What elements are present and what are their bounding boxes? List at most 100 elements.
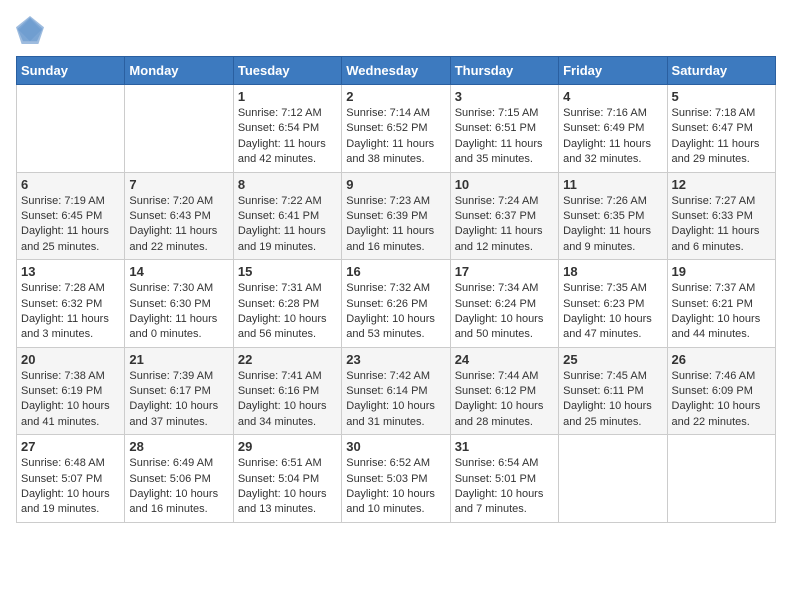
day-number: 5 xyxy=(672,89,771,104)
calendar-cell: 22Sunrise: 7:41 AMSunset: 6:16 PMDayligh… xyxy=(233,347,341,435)
calendar-cell xyxy=(125,85,233,173)
calendar-cell xyxy=(17,85,125,173)
day-info: Sunrise: 7:27 AMSunset: 6:33 PMDaylight:… xyxy=(672,194,771,256)
day-number: 29 xyxy=(238,439,337,454)
calendar-week-row: 27Sunrise: 6:48 AMSunset: 5:07 PMDayligh… xyxy=(17,435,776,523)
day-info: Sunrise: 7:28 AMSunset: 6:32 PMDaylight:… xyxy=(21,281,120,343)
day-info: Sunrise: 7:22 AMSunset: 6:41 PMDaylight:… xyxy=(238,194,337,256)
day-info: Sunrise: 7:37 AMSunset: 6:21 PMDaylight:… xyxy=(672,281,771,343)
day-info: Sunrise: 7:20 AMSunset: 6:43 PMDaylight:… xyxy=(129,194,228,256)
calendar-cell: 13 Sunrise: 7:28 AMSunset: 6:32 PMDayligh… xyxy=(17,260,125,348)
calendar-cell: 12 Sunrise: 7:27 AMSunset: 6:33 PMDayligh… xyxy=(667,172,775,260)
calendar-cell: 15Sunrise: 7:31 AMSunset: 6:28 PMDayligh… xyxy=(233,260,341,348)
day-of-week-header: Wednesday xyxy=(342,57,450,85)
day-info: Sunrise: 7:30 AMSunset: 6:30 PMDaylight:… xyxy=(129,281,228,343)
day-info: Sunrise: 7:16 AMSunset: 6:49 PMDaylight:… xyxy=(563,106,662,168)
calendar-cell: 30 Sunrise: 6:52 AMSunset: 5:03 PMDayligh… xyxy=(342,435,450,523)
calendar-week-row: 1 Sunrise: 7:12 AMSunset: 6:54 PMDaylight… xyxy=(17,85,776,173)
day-of-week-header: Monday xyxy=(125,57,233,85)
day-info: Sunrise: 7:44 AMSunset: 6:12 PMDaylight:… xyxy=(455,369,554,431)
day-number: 17 xyxy=(455,264,554,279)
day-info: Sunrise: 7:23 AMSunset: 6:39 PMDaylight:… xyxy=(346,194,445,256)
day-number: 19 xyxy=(672,264,771,279)
day-number: 4 xyxy=(563,89,662,104)
calendar-cell: 16Sunrise: 7:32 AMSunset: 6:26 PMDayligh… xyxy=(342,260,450,348)
calendar-cell: 8 Sunrise: 7:22 AMSunset: 6:41 PMDaylight… xyxy=(233,172,341,260)
day-of-week-header: Thursday xyxy=(450,57,558,85)
day-info: Sunrise: 6:52 AMSunset: 5:03 PMDaylight:… xyxy=(346,456,445,518)
day-number: 31 xyxy=(455,439,554,454)
day-number: 1 xyxy=(238,89,337,104)
day-info: Sunrise: 6:54 AMSunset: 5:01 PMDaylight:… xyxy=(455,456,554,518)
calendar-cell: 20 Sunrise: 7:38 AMSunset: 6:19 PMDayligh… xyxy=(17,347,125,435)
calendar-cell: 18 Sunrise: 7:35 AMSunset: 6:23 PMDayligh… xyxy=(559,260,667,348)
calendar-cell: 24 Sunrise: 7:44 AMSunset: 6:12 PMDayligh… xyxy=(450,347,558,435)
day-info: Sunrise: 7:42 AMSunset: 6:14 PMDaylight:… xyxy=(346,369,445,431)
day-info: Sunrise: 6:49 AMSunset: 5:06 PMDaylight:… xyxy=(129,456,228,518)
day-number: 21 xyxy=(129,352,228,367)
day-number: 30 xyxy=(346,439,445,454)
calendar-cell: 9Sunrise: 7:23 AMSunset: 6:39 PMDaylight… xyxy=(342,172,450,260)
day-info: Sunrise: 7:12 AMSunset: 6:54 PMDaylight:… xyxy=(238,106,337,168)
calendar-cell: 4 Sunrise: 7:16 AMSunset: 6:49 PMDaylight… xyxy=(559,85,667,173)
day-number: 6 xyxy=(21,177,120,192)
day-number: 12 xyxy=(672,177,771,192)
calendar-cell: 11Sunrise: 7:26 AMSunset: 6:35 PMDayligh… xyxy=(559,172,667,260)
calendar-cell: 21 Sunrise: 7:39 AMSunset: 6:17 PMDayligh… xyxy=(125,347,233,435)
calendar-header-row: SundayMondayTuesdayWednesdayThursdayFrid… xyxy=(17,57,776,85)
day-info: Sunrise: 7:35 AMSunset: 6:23 PMDaylight:… xyxy=(563,281,662,343)
day-number: 10 xyxy=(455,177,554,192)
day-of-week-header: Sunday xyxy=(17,57,125,85)
day-of-week-header: Tuesday xyxy=(233,57,341,85)
day-number: 16 xyxy=(346,264,445,279)
calendar-cell: 26 Sunrise: 7:46 AMSunset: 6:09 PMDayligh… xyxy=(667,347,775,435)
day-number: 26 xyxy=(672,352,771,367)
day-number: 22 xyxy=(238,352,337,367)
day-number: 13 xyxy=(21,264,120,279)
day-number: 8 xyxy=(238,177,337,192)
day-number: 11 xyxy=(563,177,662,192)
day-info: Sunrise: 7:38 AMSunset: 6:19 PMDaylight:… xyxy=(21,369,120,431)
day-number: 15 xyxy=(238,264,337,279)
day-number: 20 xyxy=(21,352,120,367)
day-number: 2 xyxy=(346,89,445,104)
day-number: 24 xyxy=(455,352,554,367)
calendar-cell: 10 Sunrise: 7:24 AMSunset: 6:37 PMDayligh… xyxy=(450,172,558,260)
day-info: Sunrise: 7:46 AMSunset: 6:09 PMDaylight:… xyxy=(672,369,771,431)
calendar-cell xyxy=(667,435,775,523)
calendar-cell: 6 Sunrise: 7:19 AMSunset: 6:45 PMDaylight… xyxy=(17,172,125,260)
day-info: Sunrise: 6:51 AMSunset: 5:04 PMDaylight:… xyxy=(238,456,337,518)
calendar-cell: 25 Sunrise: 7:45 AMSunset: 6:11 PMDayligh… xyxy=(559,347,667,435)
day-of-week-header: Saturday xyxy=(667,57,775,85)
day-number: 7 xyxy=(129,177,228,192)
day-number: 27 xyxy=(21,439,120,454)
day-info: Sunrise: 7:34 AMSunset: 6:24 PMDaylight:… xyxy=(455,281,554,343)
calendar-cell: 23 Sunrise: 7:42 AMSunset: 6:14 PMDayligh… xyxy=(342,347,450,435)
calendar-cell: 5 Sunrise: 7:18 AMSunset: 6:47 PMDaylight… xyxy=(667,85,775,173)
day-of-week-header: Friday xyxy=(559,57,667,85)
day-number: 14 xyxy=(129,264,228,279)
calendar-cell: 29 Sunrise: 6:51 AMSunset: 5:04 PMDayligh… xyxy=(233,435,341,523)
day-number: 23 xyxy=(346,352,445,367)
calendar-cell: 14 Sunrise: 7:30 AMSunset: 6:30 PMDayligh… xyxy=(125,260,233,348)
day-info: Sunrise: 7:39 AMSunset: 6:17 PMDaylight:… xyxy=(129,369,228,431)
calendar-cell: 31 Sunrise: 6:54 AMSunset: 5:01 PMDayligh… xyxy=(450,435,558,523)
day-number: 28 xyxy=(129,439,228,454)
day-info: Sunrise: 7:19 AMSunset: 6:45 PMDaylight:… xyxy=(21,194,120,256)
day-info: Sunrise: 7:14 AMSunset: 6:52 PMDaylight:… xyxy=(346,106,445,168)
calendar-week-row: 20 Sunrise: 7:38 AMSunset: 6:19 PMDayligh… xyxy=(17,347,776,435)
day-info: Sunrise: 7:45 AMSunset: 6:11 PMDaylight:… xyxy=(563,369,662,431)
day-number: 25 xyxy=(563,352,662,367)
day-info: Sunrise: 7:15 AMSunset: 6:51 PMDaylight:… xyxy=(455,106,554,168)
calendar-table: SundayMondayTuesdayWednesdayThursdayFrid… xyxy=(16,56,776,523)
day-info: Sunrise: 7:24 AMSunset: 6:37 PMDaylight:… xyxy=(455,194,554,256)
calendar-cell: 19 Sunrise: 7:37 AMSunset: 6:21 PMDayligh… xyxy=(667,260,775,348)
calendar-cell: 1 Sunrise: 7:12 AMSunset: 6:54 PMDaylight… xyxy=(233,85,341,173)
calendar-week-row: 13 Sunrise: 7:28 AMSunset: 6:32 PMDayligh… xyxy=(17,260,776,348)
calendar-cell: 2 Sunrise: 7:14 AMSunset: 6:52 PMDaylight… xyxy=(342,85,450,173)
day-info: Sunrise: 7:18 AMSunset: 6:47 PMDaylight:… xyxy=(672,106,771,168)
calendar-cell: 7 Sunrise: 7:20 AMSunset: 6:43 PMDaylight… xyxy=(125,172,233,260)
logo-icon xyxy=(16,16,44,44)
day-number: 18 xyxy=(563,264,662,279)
calendar-cell: 27Sunrise: 6:48 AMSunset: 5:07 PMDayligh… xyxy=(17,435,125,523)
